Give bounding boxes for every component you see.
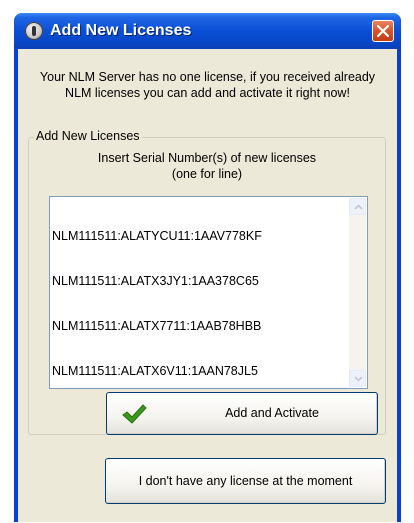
instructions-line-2: (one for line)	[171, 167, 243, 181]
chevron-down-icon	[354, 376, 363, 382]
checkmark-icon	[122, 404, 147, 424]
instructions-line-1: Insert Serial Number(s) of new licenses	[97, 151, 317, 165]
add-licenses-group: Add New Licenses Insert Serial Number(s)…	[28, 129, 386, 435]
close-icon	[377, 25, 389, 37]
serial-line: NLM111511:ALATX7711:1AAB78HBB	[52, 319, 262, 333]
vertical-scrollbar[interactable]	[349, 198, 366, 387]
dialog-body: Your NLM Server has no one license, if y…	[18, 49, 397, 522]
serial-instructions: Insert Serial Number(s) of new licenses …	[29, 150, 385, 182]
close-button[interactable]	[372, 20, 394, 42]
scroll-down-button[interactable]	[349, 370, 366, 387]
group-legend: Add New Licenses	[34, 129, 142, 143]
add-licenses-dialog: Add New Licenses Your NLM Server has no …	[14, 13, 401, 522]
serial-line: NLM111511:ALATYCU11:1AAV778KF	[52, 229, 262, 243]
title-bar[interactable]: Add New Licenses	[14, 13, 401, 49]
chevron-up-icon	[354, 204, 363, 210]
serial-line: NLM111511:ALATX3JY1:1AA378C65	[52, 274, 259, 288]
scroll-up-button[interactable]	[349, 198, 366, 215]
no-license-button[interactable]: I don't have any license at the moment	[105, 458, 386, 504]
intro-message: Your NLM Server has no one license, if y…	[39, 70, 376, 100]
no-license-label: I don't have any license at the moment	[138, 474, 353, 488]
serial-lines: NLM111511:ALATYCU11:1AAV778KF NLM111511:…	[52, 199, 342, 409]
broadcast-antenna-icon	[25, 22, 43, 40]
window-title: Add New Licenses	[50, 22, 192, 39]
add-and-activate-button[interactable]: Add and Activate	[106, 392, 378, 435]
serial-line: NLM111511:ALATX6V11:1AAN78JL5	[52, 364, 258, 378]
add-and-activate-label: Add and Activate	[225, 406, 319, 420]
serial-numbers-textarea[interactable]: NLM111511:ALATYCU11:1AAV778KF NLM111511:…	[49, 196, 368, 389]
